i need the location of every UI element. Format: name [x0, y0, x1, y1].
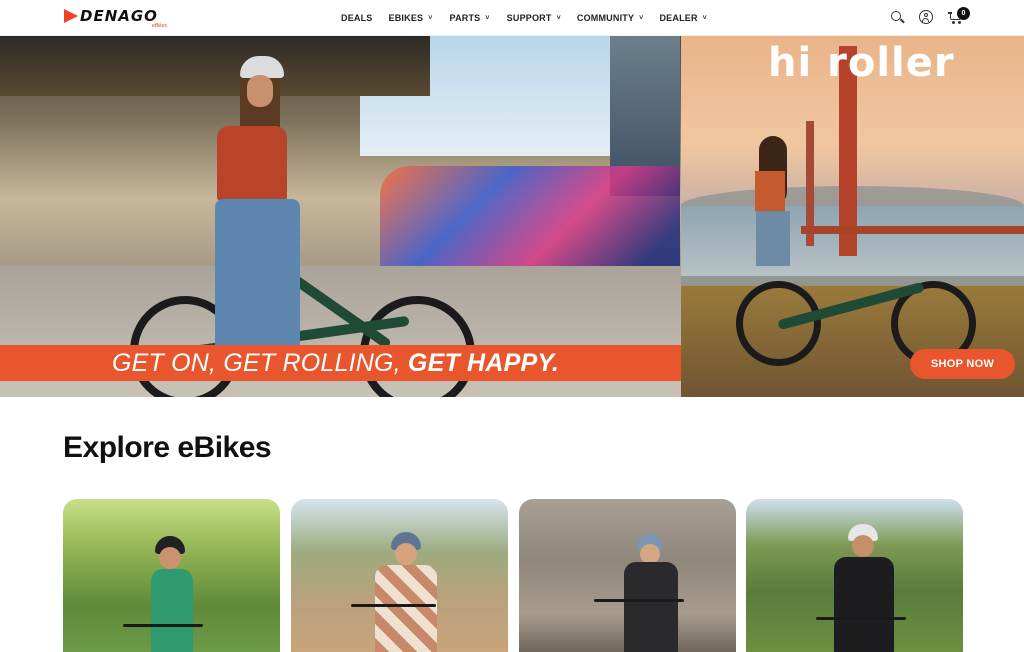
rider-face	[852, 535, 874, 557]
section-title: Explore eBikes	[63, 431, 272, 464]
ebike-card[interactable]	[291, 499, 508, 652]
logo-mark-icon	[64, 9, 78, 23]
hero-main-image[interactable]	[0, 36, 681, 397]
logo-tagline: eBikes	[152, 23, 168, 29]
hero-rider	[215, 51, 310, 381]
rider-top	[755, 171, 785, 211]
chevron-down-icon: ˅	[485, 14, 490, 22]
bike-handlebar	[594, 599, 684, 602]
rider-body	[834, 557, 894, 652]
nav-dealer[interactable]: DEALER ˅	[659, 11, 707, 25]
rider-jeans	[215, 199, 300, 359]
bridge-deck	[801, 226, 1024, 234]
bike-handlebar	[351, 604, 436, 607]
rider-face	[159, 547, 181, 569]
chevron-down-icon: ˅	[639, 14, 644, 22]
rider-body	[624, 562, 678, 652]
nav-parts[interactable]: PARTS ˅	[450, 11, 490, 25]
nav-community[interactable]: COMMUNITY ˅	[577, 11, 644, 25]
banner-text-period: .	[551, 349, 560, 377]
rider-body	[375, 565, 437, 652]
user-icon-body	[922, 18, 929, 22]
rider-top	[217, 126, 287, 201]
nav-support-label: SUPPORT	[506, 13, 552, 23]
hero-right-title: hi roller	[768, 40, 955, 86]
site-header: DENAGO eBikes DEALS EBIKES ˅ PARTS ˅ SUP…	[0, 0, 1024, 36]
banner-text-bold: GET HAPPY	[407, 349, 552, 377]
cart-count-badge: 0	[957, 7, 970, 20]
header-icons	[890, 10, 962, 24]
chevron-down-icon: ˅	[702, 14, 707, 22]
cart-icon-wheel	[958, 21, 961, 24]
chevron-down-icon: ˅	[428, 14, 433, 22]
search-icon[interactable]	[890, 10, 905, 24]
user-icon-head	[923, 13, 928, 17]
nav-ebikes-label: EBIKES	[388, 13, 424, 23]
logo-wordmark: DENAGO	[80, 7, 158, 25]
shop-now-button[interactable]: SHOP NOW	[910, 349, 1015, 379]
denago-logo[interactable]: DENAGO eBikes	[64, 6, 188, 30]
chevron-down-icon: ˅	[556, 14, 561, 22]
nav-deals[interactable]: DEALS	[341, 11, 373, 25]
nav-parts-label: PARTS	[449, 13, 481, 23]
ebike-card[interactable]	[519, 499, 736, 652]
hero-banner-headline: GET ON, GET ROLLING, GET HAPPY.	[112, 349, 559, 378]
user-icon[interactable]	[919, 10, 933, 24]
ebike-card[interactable]	[63, 499, 280, 652]
ebike-card[interactable]	[746, 499, 963, 652]
bike-handlebar	[816, 617, 906, 620]
nav-support[interactable]: SUPPORT ˅	[507, 11, 561, 25]
rider-body	[151, 569, 193, 652]
hero-secondary-image[interactable]	[681, 36, 1024, 397]
banner-text-part1: GET ON, GET ROLLING,	[112, 349, 408, 377]
nav-dealer-label: DEALER	[659, 13, 698, 23]
rider-face	[247, 75, 273, 107]
main-nav: DEALS EBIKES ˅ PARTS ˅ SUPPORT ˅ COMMUNI…	[341, 11, 707, 25]
bike-handlebar	[123, 624, 203, 627]
search-icon-handle	[900, 18, 905, 24]
rider-face	[395, 543, 417, 565]
explore-ebikes-cards	[63, 499, 963, 652]
hero-right-rider	[751, 136, 796, 266]
cart-icon-wheel	[952, 21, 955, 24]
nav-community-label: COMMUNITY	[576, 13, 635, 23]
rider-face	[640, 544, 660, 564]
nav-deals-label: DEALS	[341, 13, 373, 23]
nav-ebikes[interactable]: EBIKES ˅	[389, 11, 433, 25]
